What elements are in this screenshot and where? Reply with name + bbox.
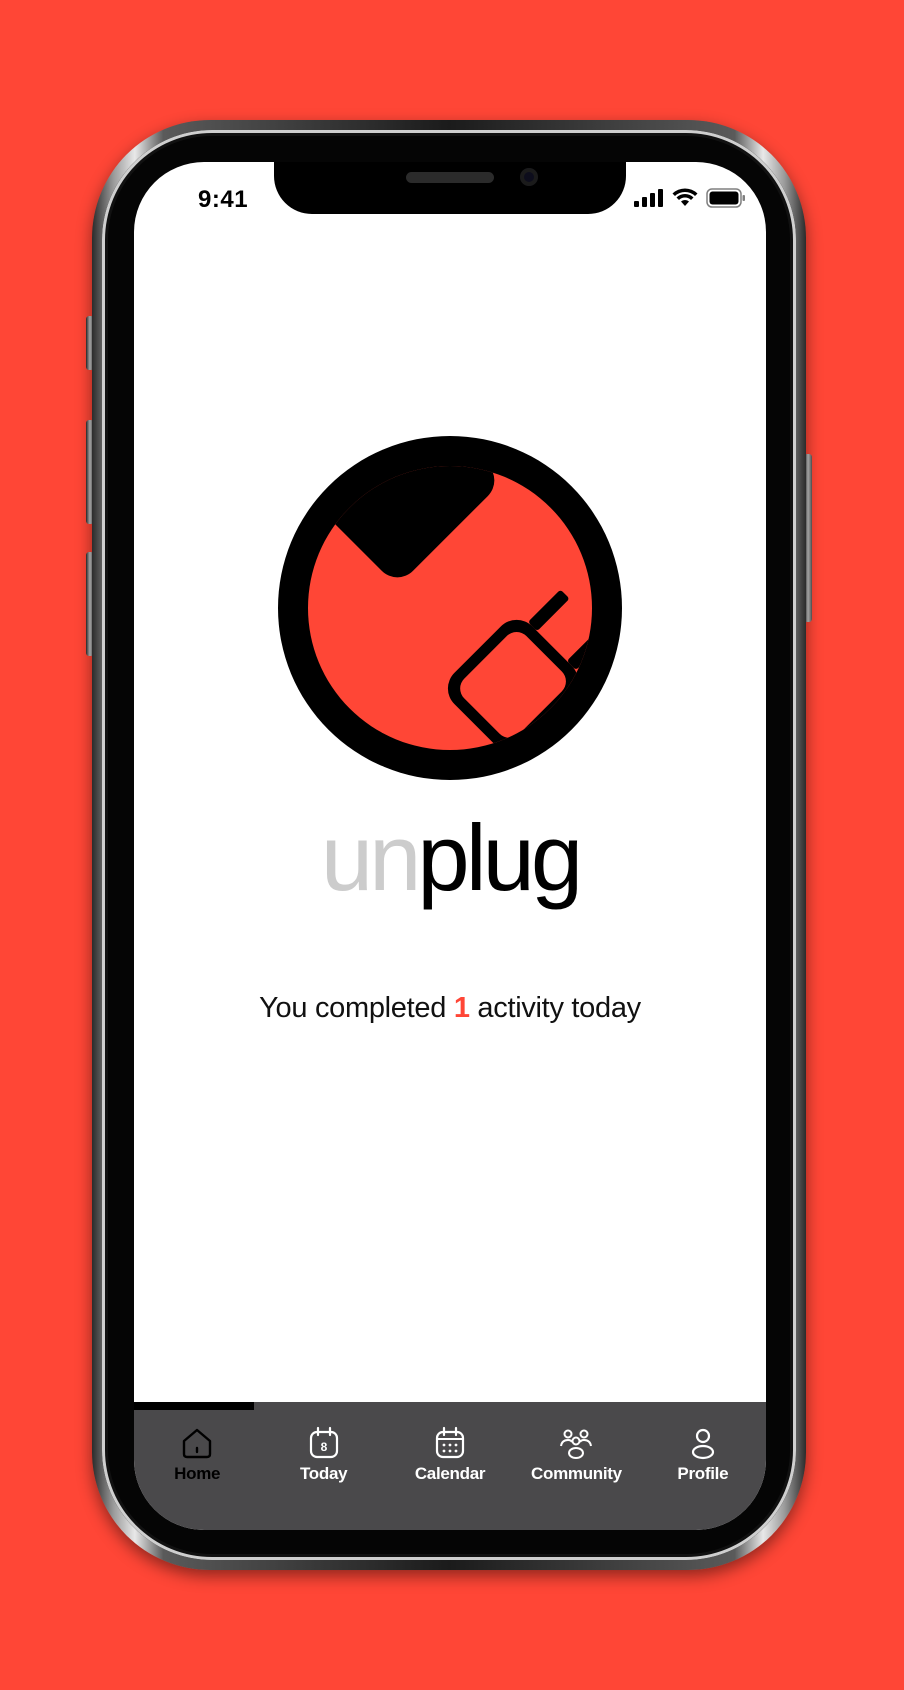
wordmark-suffix: plug: [417, 805, 583, 910]
tab-calendar-label: Calendar: [414, 1464, 486, 1483]
tab-today-label: Today: [299, 1464, 348, 1483]
tab-bar: Home 8 Today Calendar Community Profile: [134, 1402, 766, 1530]
tab-today[interactable]: 8 Today: [260, 1410, 386, 1484]
tab-calendar[interactable]: Calendar: [387, 1410, 513, 1484]
calendar-day-icon: 8: [309, 1426, 338, 1459]
today-day-number: 8: [320, 1440, 327, 1454]
device-stage: 9:41 unplug You completed 1 activity tod…: [0, 0, 904, 1690]
app-screen: 9:41 unplug You completed 1 activity tod…: [134, 162, 766, 1530]
wifi-icon: [672, 188, 698, 206]
tab-profile-label: Profile: [677, 1464, 729, 1483]
status-time: 9:41: [198, 186, 249, 213]
calendar-icon: [435, 1426, 465, 1459]
status-icons: [634, 188, 746, 208]
cellular-signal-icon: [634, 189, 663, 207]
activity-count: 1: [453, 992, 470, 1024]
tab-profile[interactable]: Profile: [640, 1410, 766, 1484]
speaker: [406, 172, 494, 183]
summary-suffix: activity today: [469, 992, 641, 1024]
profile-icon: [691, 1428, 714, 1460]
wordmark-prefix: un: [320, 805, 422, 910]
activity-summary: You completed 1 activity today: [134, 992, 766, 1025]
notch: [274, 162, 626, 214]
battery-icon: [706, 188, 745, 208]
tab-home-label: Home: [174, 1464, 221, 1483]
home-icon: [183, 1428, 212, 1459]
daily-progress-fill: [134, 1402, 255, 1410]
tab-community-label: Community: [531, 1464, 622, 1483]
app-wordmark: unplug: [134, 798, 766, 918]
tab-home[interactable]: Home: [134, 1410, 260, 1484]
community-icon: [560, 1429, 593, 1459]
unplug-logo-icon: [278, 436, 622, 780]
tab-list: Home 8 Today Calendar Community Profile: [134, 1410, 766, 1484]
summary-prefix: You completed: [259, 992, 454, 1024]
daily-progress-bar: [134, 1402, 766, 1410]
tab-community[interactable]: Community: [513, 1410, 639, 1484]
camera: [520, 168, 538, 186]
